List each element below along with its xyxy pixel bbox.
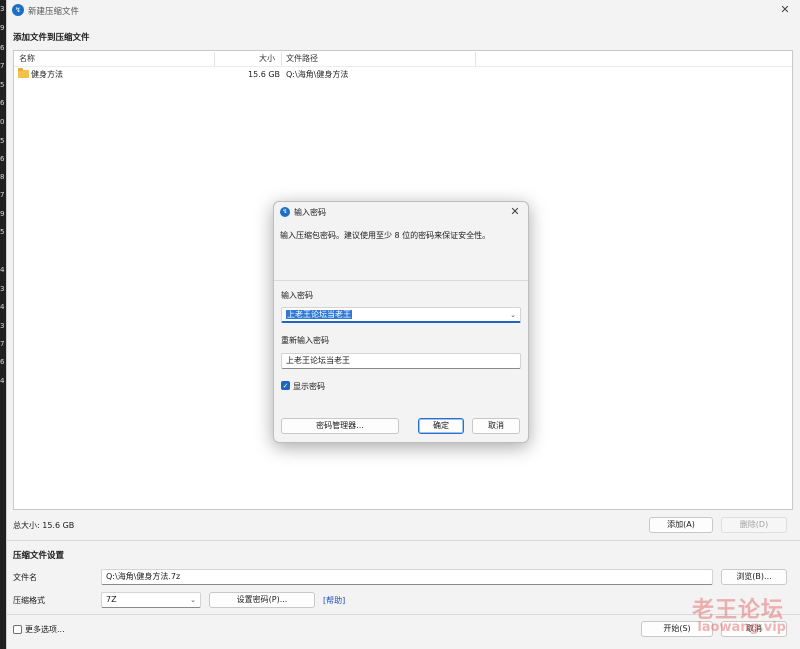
edge-glyph: 4 (0, 303, 5, 311)
filename-field[interactable]: Q:\海角\健身方法.7z (101, 569, 713, 585)
format-select[interactable]: 7Z ⌄ (101, 592, 201, 608)
edge-glyph: 5 (0, 228, 5, 236)
row-path: Q:\海角\健身方法 (286, 70, 349, 79)
folder-icon (18, 68, 29, 78)
edge-glyph: 4 (0, 266, 5, 274)
password-manager-button[interactable]: 密码管理器... (281, 418, 399, 434)
show-password-label[interactable]: 显示密码 (293, 381, 325, 392)
files-section-title: 添加文件到压缩文件 (13, 33, 90, 43)
edge-glyph: 9 (0, 210, 5, 218)
format-label: 压缩格式 (13, 596, 45, 605)
close-icon[interactable]: ✕ (508, 205, 522, 219)
column-header-path[interactable]: 文件路径 (286, 51, 318, 67)
edge-glyph: 5 (0, 81, 5, 89)
row-size: 15.6 GB (248, 70, 281, 79)
total-size: 总大小: 15.6 GB (13, 521, 75, 530)
column-header-name[interactable]: 名称 (19, 51, 35, 67)
set-password-button[interactable]: 设置密码(P)... (209, 592, 315, 608)
more-options-checkbox[interactable] (13, 625, 22, 634)
password-value: 上老王论坛当老王 (286, 310, 352, 319)
edge-glyph: 3 (0, 5, 5, 13)
close-icon[interactable]: ✕ (778, 3, 792, 17)
edge-glyph: 0 (0, 118, 5, 126)
divider (274, 280, 528, 281)
dialog-message: 输入压缩包密码。建议使用至少 8 位的密码来保证安全性。 (280, 231, 491, 240)
row-name: 健身方法 (31, 70, 63, 79)
column-divider[interactable] (475, 52, 476, 66)
watermark-url: laowang.vip (697, 620, 786, 635)
edge-glyph: 3 (0, 285, 5, 293)
ok-button[interactable]: 确定 (418, 418, 464, 434)
list-header: 名称 大小 文件路径 (14, 51, 792, 67)
reenter-password-input[interactable]: 上老王论坛当老王 (281, 353, 521, 369)
column-divider[interactable] (214, 52, 215, 66)
edge-glyph: 6 (0, 99, 5, 107)
column-divider[interactable] (281, 52, 282, 66)
app-icon: ↯ (12, 4, 24, 16)
chevron-down-icon[interactable]: ⌄ (510, 308, 516, 322)
password-label: 输入密码 (281, 291, 313, 300)
edge-glyph: 8 (0, 173, 5, 181)
reenter-password-label: 重新输入密码 (281, 336, 329, 345)
edge-glyph: 7 (0, 340, 5, 348)
dialog-title: 输入密码 (294, 208, 326, 217)
more-options-label[interactable]: 更多选项... (25, 624, 65, 635)
format-value: 7Z (106, 595, 117, 604)
title-bar: ↯ 新建压缩文件 ✕ (7, 0, 800, 20)
help-link[interactable]: [帮助] (323, 595, 345, 606)
edge-glyph: 9 (0, 24, 5, 32)
show-password-checkbox[interactable]: ✓ (281, 381, 290, 390)
edge-glyph: 6 (0, 155, 5, 163)
browse-button[interactable]: 浏览(B)... (721, 569, 787, 585)
divider (7, 614, 800, 615)
dialog-cancel-button[interactable]: 取消 (472, 418, 520, 434)
edge-glyph: 3 (0, 322, 5, 330)
password-dialog: ↯ 输入密码 ✕ 输入压缩包密码。建议使用至少 8 位的密码来保证安全性。 输入… (273, 201, 529, 443)
chevron-down-icon: ⌄ (190, 596, 196, 604)
settings-section-title: 压缩文件设置 (13, 551, 65, 561)
app-icon: ↯ (280, 207, 290, 217)
column-header-size[interactable]: 大小 (259, 51, 275, 67)
edge-glyph: 7 (0, 191, 5, 199)
edge-glyph: 6 (0, 358, 5, 366)
edge-glyph: 5 (0, 137, 5, 145)
filename-label: 文件名 (13, 573, 37, 582)
add-button[interactable]: 添加(A) (649, 517, 713, 533)
edge-glyph: 4 (0, 377, 5, 385)
delete-button[interactable]: 删除(D) (721, 517, 787, 533)
edge-glyph: 7 (0, 62, 5, 70)
divider (7, 540, 800, 541)
window-title: 新建压缩文件 (28, 7, 80, 17)
password-input[interactable]: 上老王论坛当老王 ⌄ (281, 307, 521, 323)
edge-glyph: 6 (0, 44, 5, 52)
